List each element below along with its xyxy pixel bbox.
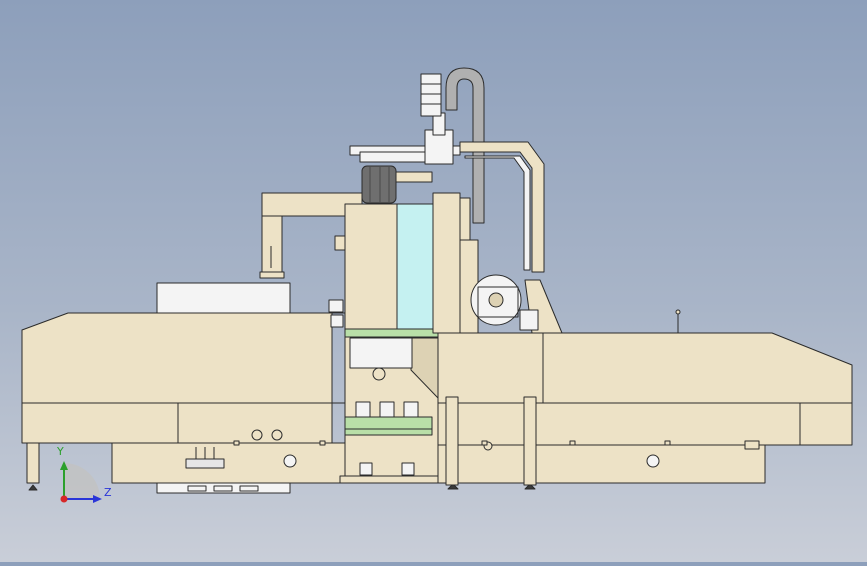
leveling-foot xyxy=(28,484,38,491)
head-right-plate xyxy=(432,192,461,334)
bolt xyxy=(233,440,240,446)
cabinet-slot xyxy=(187,485,207,492)
motor-drum xyxy=(361,165,397,204)
side-switch xyxy=(330,314,344,328)
spindle-motor xyxy=(420,73,442,117)
bolt xyxy=(569,440,576,446)
coordinate-triad: Y Z xyxy=(56,445,112,503)
side-knob xyxy=(334,235,346,251)
x-axis-dot xyxy=(60,495,68,503)
left-base-rail xyxy=(111,442,346,484)
cabinet-slot xyxy=(213,485,233,492)
y-axis-label: Y xyxy=(56,445,64,458)
right-bed-body xyxy=(437,332,853,446)
lift-cell xyxy=(403,401,419,418)
arm-foot xyxy=(259,271,285,279)
base-window xyxy=(359,462,373,476)
access-port xyxy=(271,429,283,441)
cyan-guard xyxy=(396,203,434,330)
chute-clamp xyxy=(519,309,539,331)
saw-hub xyxy=(488,292,504,308)
machine-drawing: Y Z xyxy=(21,67,853,503)
green-table-lower xyxy=(344,428,433,436)
spindle-head xyxy=(344,203,398,330)
roller-housing xyxy=(349,337,413,369)
lift-cell xyxy=(355,401,371,418)
access-port xyxy=(646,454,660,468)
dust-arm-vertical xyxy=(261,215,283,277)
green-plate xyxy=(344,328,439,338)
head-side-upper xyxy=(459,197,471,241)
support-leg xyxy=(523,396,537,486)
support-leg xyxy=(445,396,459,486)
side-switch xyxy=(328,299,344,313)
access-port xyxy=(251,429,263,441)
lift-port xyxy=(372,367,386,381)
bracket xyxy=(744,440,760,450)
bolt xyxy=(664,440,671,446)
lift-cell xyxy=(379,401,395,418)
green-table-band xyxy=(344,416,433,430)
z-axis-label: Z xyxy=(104,486,112,499)
bolt xyxy=(481,440,488,446)
cad-viewport[interactable]: Y Z xyxy=(0,0,867,562)
bolt xyxy=(319,440,326,446)
drum-flange xyxy=(395,171,433,183)
sensor-pin-head xyxy=(675,309,681,315)
triad-plane xyxy=(64,463,100,499)
base-window xyxy=(401,462,415,476)
left-bed-body xyxy=(21,312,333,444)
access-port xyxy=(283,454,297,468)
center-foot xyxy=(339,475,439,484)
right-base-rail xyxy=(437,444,766,484)
left-leg xyxy=(26,442,40,484)
cabinet-slot xyxy=(239,485,259,492)
